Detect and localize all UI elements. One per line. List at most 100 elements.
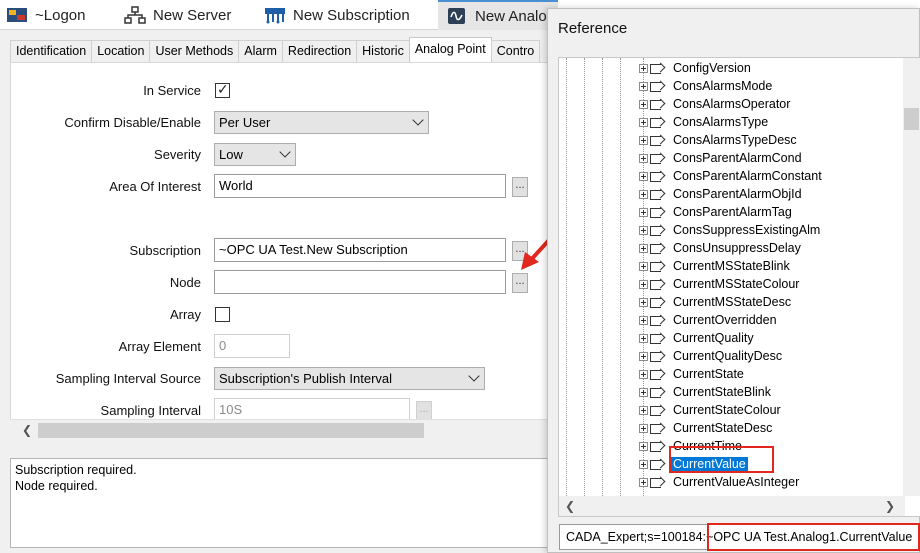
tree-node[interactable]: ConsParentAlarmTag [639,203,794,221]
tree-node[interactable]: CurrentMSStateColour [639,275,801,293]
tree-node-label: CurrentValueAsInteger [673,475,800,489]
expand-icon[interactable] [639,261,648,271]
tab-label: New Subscription [293,6,410,24]
tree-node-label: CurrentStateColour [673,403,781,417]
expand-icon[interactable] [639,387,648,397]
tree-node-label: ConsAlarmsType [673,115,769,129]
array-element-input[interactable]: 0 [214,334,290,358]
tab-historic[interactable]: Historic [356,40,410,62]
subscription-input[interactable]: ~OPC UA Test.New Subscription [214,238,506,262]
area-browse-button[interactable]: ... [512,177,528,197]
tree-node[interactable]: CurrentStateColour [639,401,783,419]
form-horizontal-scrollbar[interactable]: ❮ [10,419,550,439]
expand-icon[interactable] [639,171,648,181]
in-service-checkbox[interactable] [215,81,230,98]
reference-title: Reference [558,20,628,37]
scrollbar-thumb[interactable] [904,108,919,130]
expand-icon[interactable] [639,405,648,415]
expand-icon[interactable] [639,351,648,361]
tree-node[interactable]: ConsAlarmsTypeDesc [639,131,799,149]
expand-icon[interactable] [639,477,648,487]
node-input[interactable] [214,270,506,294]
tree-guide-line [584,58,585,496]
expand-icon[interactable] [639,441,648,451]
highlight-box [707,523,920,551]
expand-icon[interactable] [639,459,648,469]
tag-icon [650,423,666,434]
expand-icon[interactable] [639,333,648,343]
tree-node[interactable]: ConsParentAlarmConstant [639,167,824,185]
message-line: Subscription required. [15,463,137,477]
expand-icon[interactable] [639,369,648,379]
tree-node[interactable]: CurrentState [639,365,746,383]
expand-icon[interactable] [639,243,648,253]
tree-node-label: CurrentStateDesc [673,421,773,435]
array-checkbox[interactable] [215,307,230,322]
scroll-left-icon[interactable]: ❮ [565,499,575,513]
tree-node-label: ConsParentAlarmConstant [673,169,822,183]
expand-icon[interactable] [639,225,648,235]
tree-node[interactable]: ConsParentAlarmCond [639,149,804,167]
subscription-label: Subscription [129,243,201,258]
tab-new-analog[interactable]: New Analog [438,0,558,30]
tree-node-label: CurrentStateBlink [673,385,771,399]
tab-alarm[interactable]: Alarm [238,40,283,62]
sampling-interval-browse-button[interactable]: ... [416,401,432,421]
tree-node-label: CurrentMSStateDesc [673,295,792,309]
tab-logon[interactable]: ~Logon [6,0,85,30]
expand-icon[interactable] [639,315,648,325]
confirm-select[interactable]: Per User [214,111,429,134]
tag-icon [650,459,666,470]
tab-new-server[interactable]: New Server [124,0,231,30]
tree-vertical-scrollbar[interactable] [903,58,920,496]
server-icon [124,6,146,24]
expand-icon[interactable] [639,189,648,199]
tab-redirection[interactable]: Redirection [281,40,358,62]
expand-icon[interactable] [639,135,648,145]
expand-icon[interactable] [639,297,648,307]
tree-horizontal-scrollbar[interactable]: ❮ ❯ [559,496,905,516]
node-browse-button[interactable]: ... [512,273,528,293]
tab-control[interactable]: Contro [490,40,541,62]
tree-guide-line [602,58,603,496]
tab-analog-point[interactable]: Analog Point [408,37,492,62]
tab-location[interactable]: Location [91,40,151,62]
expand-icon[interactable] [639,99,648,109]
tree-node[interactable]: CurrentQualityDesc [639,347,784,365]
expand-icon[interactable] [639,117,648,127]
tree-node[interactable]: ConfigVersion [639,59,753,77]
expand-icon[interactable] [639,153,648,163]
tree-node[interactable]: ConsSuppressExistingAlm [639,221,822,239]
scroll-right-icon[interactable]: ❯ [885,499,895,513]
expand-icon[interactable] [639,207,648,217]
severity-select[interactable]: Low [214,143,296,166]
expand-icon[interactable] [639,63,648,73]
tree-node-label: CurrentQualityDesc [673,349,783,363]
tag-icon [650,189,666,200]
tree-node[interactable]: CurrentValueAsInteger [639,473,801,491]
tree-node[interactable]: CurrentMSStateDesc [639,293,793,311]
expand-icon[interactable] [639,279,648,289]
expand-icon[interactable] [639,423,648,433]
scroll-left-icon[interactable]: ❮ [22,423,32,437]
tree-node[interactable]: ConsAlarmsType [639,113,770,131]
sampling-source-select[interactable]: Subscription's Publish Interval [214,367,485,390]
tab-user-methods[interactable]: User Methods [149,40,240,62]
tree-node[interactable]: ConsParentAlarmObjId [639,185,804,203]
tree-node[interactable]: CurrentMSStateBlink [639,257,792,275]
tab-identification[interactable]: Identification [10,40,93,62]
tag-icon [650,207,666,218]
expand-icon[interactable] [639,81,648,91]
tree-node[interactable]: CurrentOverridden [639,311,779,329]
tree-node[interactable]: CurrentStateDesc [639,419,774,437]
scrollbar-thumb[interactable] [38,423,424,438]
chevron-down-icon [279,146,291,158]
tree-node[interactable]: CurrentStateBlink [639,383,773,401]
tab-new-subscription[interactable]: New Subscription [264,0,410,30]
area-input[interactable]: World [214,174,506,198]
tree-node[interactable]: ConsAlarmsMode [639,77,774,95]
tree-node-label: CurrentState [673,367,744,381]
tree-node[interactable]: CurrentQuality [639,329,756,347]
tree-node[interactable]: ConsUnsuppressDelay [639,239,803,257]
tree-node[interactable]: ConsAlarmsOperator [639,95,792,113]
